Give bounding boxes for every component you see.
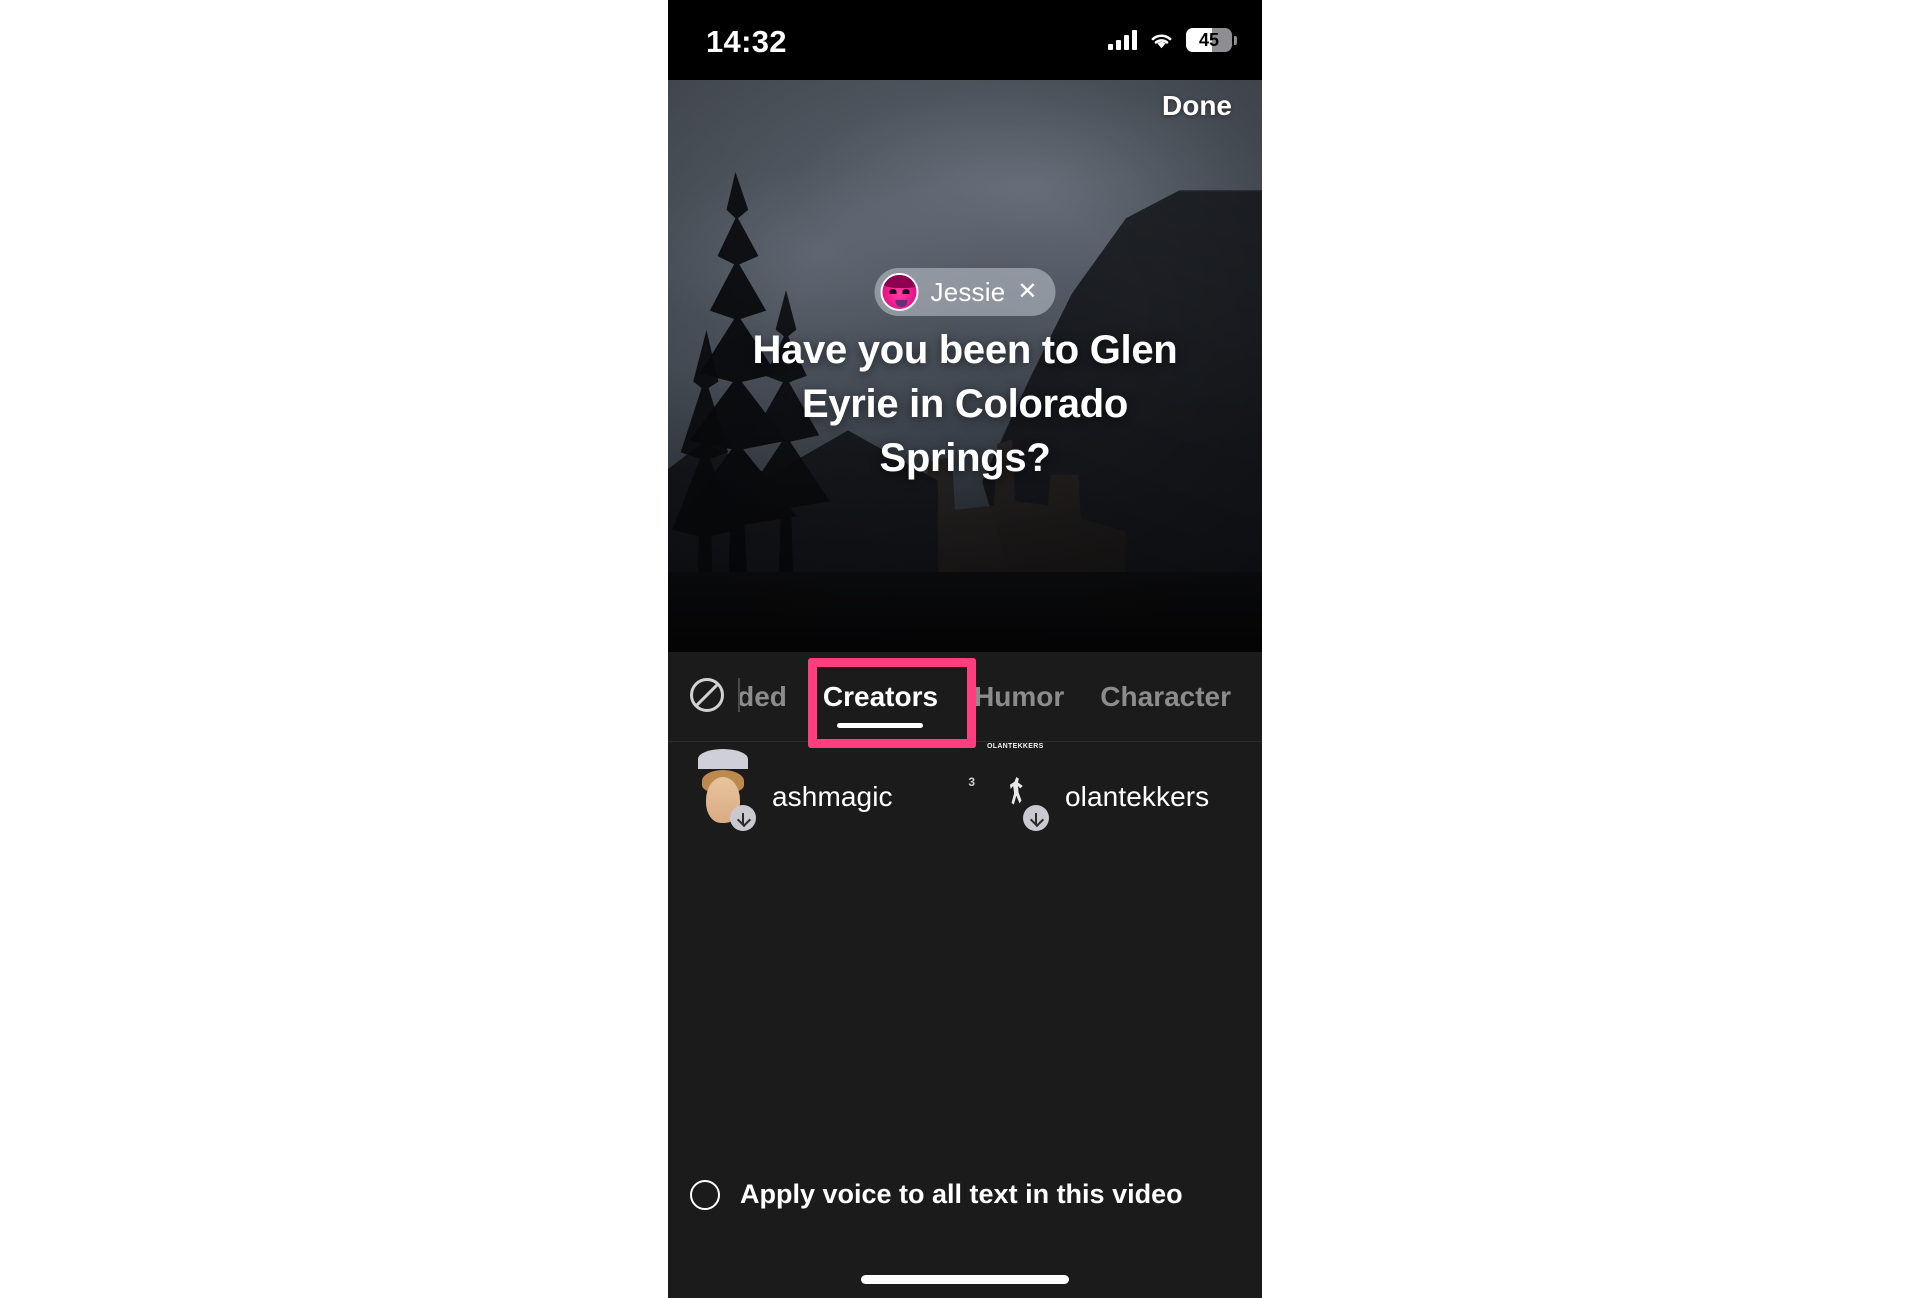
close-icon[interactable]: ✕ — [1017, 280, 1037, 304]
avatar — [690, 749, 756, 831]
list-item[interactable]: 3 OLANTEKKERS olantekkers — [965, 743, 1262, 831]
tab-humor[interactable]: Humor — [956, 652, 1082, 742]
battery-percent-label: 45 — [1198, 30, 1220, 50]
done-button[interactable]: Done — [1162, 90, 1232, 122]
status-bar: 14:32 45 — [668, 0, 1262, 80]
voice-tag-name: Jessie — [930, 276, 1006, 307]
apply-voice-option-row[interactable]: Apply voice to all text in this video — [668, 1179, 1262, 1210]
wifi-icon — [1148, 30, 1175, 50]
video-preview[interactable]: Done Jessie ✕ Have you been to Glen Eyri… — [668, 80, 1262, 652]
video-caption-text[interactable]: Have you been to Glen Eyrie in Colorado … — [718, 323, 1212, 485]
no-voice-icon[interactable] — [690, 678, 724, 712]
category-tabs: nded Creators Humor Character Narra — [740, 652, 1262, 742]
download-icon[interactable] — [730, 805, 756, 831]
download-icon[interactable] — [1023, 805, 1049, 831]
tab-label: Character — [1100, 681, 1232, 712]
screenshot-root: 14:32 45 Done Jessie ✕ Have you been to … — [0, 0, 1920, 1298]
category-tab-strip: nded Creators Humor Character Narra — [668, 652, 1262, 748]
creator-name-label: olantekkers — [1065, 781, 1210, 812]
tab-label: Creators — [822, 681, 939, 712]
creator-voice-list: ashmagic 3 OLANTEKKERS o — [668, 743, 1262, 831]
phone-screen: 14:32 45 Done Jessie ✕ Have you been to … — [668, 0, 1262, 1298]
tab-character[interactable]: Character — [1082, 652, 1249, 742]
battery-icon: 45 — [1186, 28, 1237, 52]
tab-label: Humor — [974, 681, 1065, 712]
voice-tag-pill[interactable]: Jessie ✕ — [874, 268, 1056, 316]
status-bar-clock: 14:32 — [706, 24, 787, 59]
tab-creators[interactable]: Creators — [805, 652, 956, 742]
jessie-avatar-icon — [880, 273, 919, 311]
tab-label: nded — [740, 681, 787, 712]
tab-narration[interactable]: Narra — [1249, 652, 1262, 742]
home-indicator — [861, 1275, 1069, 1284]
tab-recommended[interactable]: nded — [740, 652, 805, 742]
apply-voice-label: Apply voice to all text in this video — [740, 1179, 1183, 1209]
apply-voice-radio[interactable] — [690, 1179, 720, 1210]
list-item[interactable]: ashmagic — [668, 749, 965, 831]
avatar: 3 OLANTEKKERS — [968, 743, 1049, 831]
voice-picker-panel: nded Creators Humor Character Narra — [668, 652, 1262, 1298]
status-bar-icons: 45 — [1108, 28, 1237, 52]
cellular-signal-icon — [1108, 30, 1137, 50]
creator-name-label: ashmagic — [772, 781, 893, 812]
